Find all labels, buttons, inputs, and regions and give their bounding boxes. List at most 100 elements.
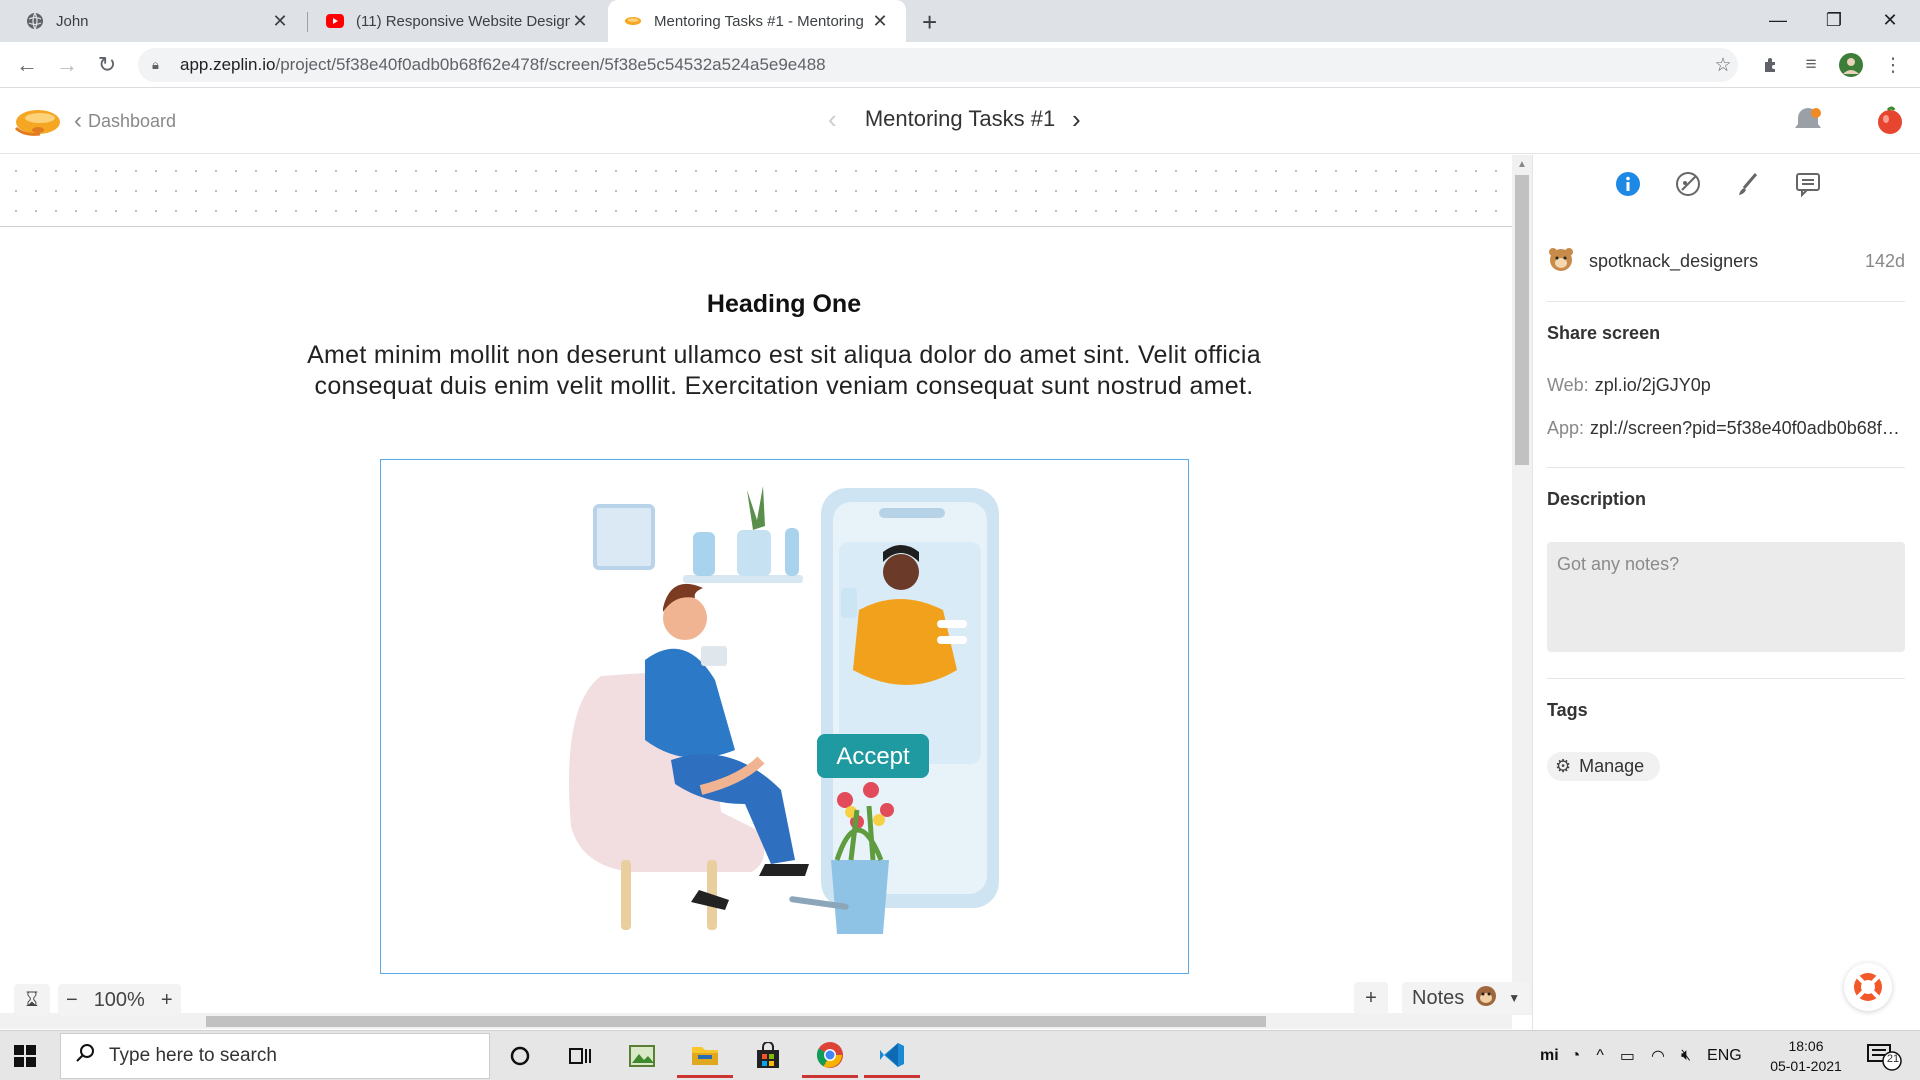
screen-title: Mentoring Tasks #1 bbox=[864, 106, 1056, 131]
manage-tags-button[interactable]: ⚙ Manage bbox=[1547, 752, 1661, 781]
chevron-up-icon[interactable]: ^ bbox=[1596, 1047, 1604, 1065]
horizontal-scrollbar[interactable] bbox=[0, 1013, 1512, 1029]
language-indicator[interactable]: ENG bbox=[1707, 1047, 1742, 1065]
address-bar[interactable]: 🔒︎ app.zeplin.io/project/5f38e40f0adb0b6… bbox=[138, 48, 1738, 82]
url-path: /project/5f38e40f0adb0b68f62e478f/screen… bbox=[275, 55, 826, 74]
cortana-icon[interactable] bbox=[492, 1034, 548, 1078]
tab-info[interactable] bbox=[1613, 169, 1643, 199]
profile-avatar[interactable] bbox=[1838, 52, 1864, 78]
app-link-row[interactable]: App: zpl://screen?pid=5f38e40f0adb0b68f62… bbox=[1547, 418, 1905, 439]
url-host: app.zeplin.io bbox=[180, 55, 276, 74]
app-link[interactable]: zpl://screen?pid=5f38e40f0adb0b68f62e478… bbox=[1590, 418, 1905, 438]
add-note-button[interactable]: + bbox=[1354, 982, 1388, 1014]
canvas-dot-grid bbox=[0, 155, 1512, 227]
windows-start-icon[interactable] bbox=[14, 1045, 36, 1067]
bookmark-star-icon[interactable]: ☆ bbox=[1710, 52, 1736, 78]
media-control-icon[interactable]: ≡ bbox=[1798, 52, 1824, 78]
history-hourglass-icon[interactable]: ⌛︎ bbox=[14, 984, 50, 1016]
browser-toolbar: ← → ↻ 🔒︎ app.zeplin.io/project/5f38e40f0… bbox=[0, 42, 1920, 88]
web-link-row[interactable]: Web: zpl.io/2jGJY0p bbox=[1547, 375, 1905, 396]
zoom-group: − 100% + bbox=[58, 984, 181, 1016]
zoom-level: 100% bbox=[93, 988, 145, 1011]
wifi-icon[interactable]: ◠ bbox=[1651, 1046, 1665, 1066]
web-link[interactable]: zpl.io/2jGJY0p bbox=[1595, 375, 1711, 395]
windows-taskbar: Type here to search mi ◔ ^ ▭ ◠ 🔇︎ ENG 18… bbox=[0, 1030, 1920, 1080]
forward-icon[interactable]: → bbox=[52, 50, 82, 80]
sidebar-tabs bbox=[1613, 169, 1823, 199]
owner-age: 142d bbox=[1864, 251, 1905, 271]
tab-title: John bbox=[56, 12, 89, 30]
file-explorer-icon[interactable] bbox=[677, 1034, 733, 1078]
illustration-layer[interactable]: Accept bbox=[380, 459, 1189, 974]
tab-comments[interactable] bbox=[1793, 169, 1823, 199]
store-app-icon[interactable] bbox=[740, 1034, 796, 1078]
tab-john[interactable]: John ✕ bbox=[10, 0, 306, 42]
battery-icon[interactable]: ▭ bbox=[1620, 1046, 1635, 1066]
zeplin-icon bbox=[624, 12, 642, 30]
mi-app-icon[interactable]: mi bbox=[1540, 1047, 1559, 1065]
brush-icon bbox=[1739, 173, 1758, 195]
right-sidebar: spotknack_designers 142d Share screen We… bbox=[1532, 155, 1920, 1030]
task-view-icon[interactable] bbox=[552, 1034, 608, 1078]
palette-icon bbox=[1676, 172, 1700, 196]
new-tab-icon[interactable]: + bbox=[922, 7, 937, 38]
comment-icon bbox=[1796, 173, 1820, 198]
tab-youtube[interactable]: (11) Responsive Website Design - ✕ bbox=[310, 0, 606, 42]
tab-assets[interactable] bbox=[1733, 169, 1763, 199]
globe-icon bbox=[26, 12, 44, 30]
notes-button[interactable]: Notes ▼ bbox=[1402, 982, 1531, 1014]
accept-button-art: Accept bbox=[836, 743, 910, 770]
reload-icon[interactable]: ↻ bbox=[92, 50, 122, 80]
vertical-scroll-thumb[interactable] bbox=[1515, 175, 1529, 465]
design-canvas[interactable]: Heading One Amet minim mollit non deseru… bbox=[0, 155, 1512, 1015]
close-window-icon[interactable]: ✕ bbox=[1862, 0, 1918, 40]
description-input[interactable]: Got any notes? bbox=[1547, 542, 1905, 652]
help-lifebuoy-icon[interactable] bbox=[1844, 963, 1892, 1011]
vertical-scrollbar[interactable]: ▲ bbox=[1512, 155, 1532, 1015]
design-heading: Heading One bbox=[706, 290, 862, 318]
notification-center-icon[interactable]: 21 bbox=[1866, 1043, 1906, 1076]
chevron-down-icon: ▼ bbox=[1508, 991, 1521, 1005]
close-tab-icon[interactable]: ✕ bbox=[870, 11, 890, 32]
youtube-icon bbox=[326, 12, 344, 30]
tab-title: (11) Responsive Website Design - bbox=[356, 12, 570, 30]
vscode-app-icon[interactable] bbox=[864, 1034, 920, 1078]
app-label: App: bbox=[1547, 418, 1585, 438]
system-tray: mi ◔ ^ ▭ ◠ 🔇︎ ENG bbox=[1540, 1031, 1742, 1080]
web-label: Web: bbox=[1547, 375, 1589, 395]
notifications-icon[interactable] bbox=[1792, 104, 1824, 136]
volume-muted-icon[interactable]: 🔇︎ bbox=[1681, 1047, 1691, 1065]
photos-app-icon[interactable] bbox=[614, 1034, 670, 1078]
chevron-left-icon: ‹ bbox=[74, 107, 82, 134]
close-tab-icon[interactable]: ✕ bbox=[270, 11, 290, 32]
chrome-app-icon[interactable] bbox=[802, 1034, 858, 1078]
more-menu-icon[interactable]: ⋮ bbox=[1880, 52, 1906, 78]
extensions-icon[interactable] bbox=[1758, 52, 1784, 78]
zoom-in-button[interactable]: + bbox=[161, 989, 173, 1012]
info-icon bbox=[1616, 172, 1640, 196]
monkey-avatar-icon bbox=[1474, 983, 1498, 1013]
user-avatar[interactable] bbox=[1874, 104, 1906, 136]
design-paragraph: Amet minim mollit non deserunt ullamco e… bbox=[307, 341, 1261, 400]
share-screen-title: Share screen bbox=[1547, 323, 1661, 343]
prev-screen-icon[interactable]: ‹ bbox=[828, 104, 837, 135]
sync-icon[interactable]: ◔ bbox=[1571, 1047, 1581, 1065]
taskbar-search[interactable]: Type here to search bbox=[60, 1033, 490, 1079]
minimize-icon[interactable]: — bbox=[1750, 0, 1806, 40]
next-screen-icon[interactable]: › bbox=[1072, 104, 1081, 135]
dashboard-label: Dashboard bbox=[88, 110, 177, 131]
zeplin-logo-icon[interactable] bbox=[14, 102, 62, 142]
search-icon bbox=[75, 1043, 95, 1069]
description-title: Description bbox=[1547, 489, 1647, 509]
restore-icon[interactable]: ❐ bbox=[1806, 0, 1862, 40]
close-tab-icon[interactable]: ✕ bbox=[570, 11, 590, 32]
lock-icon: 🔒︎ bbox=[152, 57, 159, 72]
back-icon[interactable]: ← bbox=[12, 50, 42, 80]
zoom-out-button[interactable]: − bbox=[66, 989, 78, 1012]
horizontal-scroll-thumb[interactable] bbox=[206, 1016, 1266, 1027]
taskbar-clock[interactable]: 18:06 05-01-2021 bbox=[1756, 1036, 1856, 1076]
tab-styleguide[interactable] bbox=[1673, 169, 1703, 199]
scroll-up-icon[interactable]: ▲ bbox=[1517, 159, 1527, 170]
back-to-dashboard-link[interactable]: ‹ Dashboard bbox=[74, 109, 176, 133]
tab-zeplin[interactable]: Mentoring Tasks #1 - Mentoring ✕ bbox=[608, 0, 906, 42]
